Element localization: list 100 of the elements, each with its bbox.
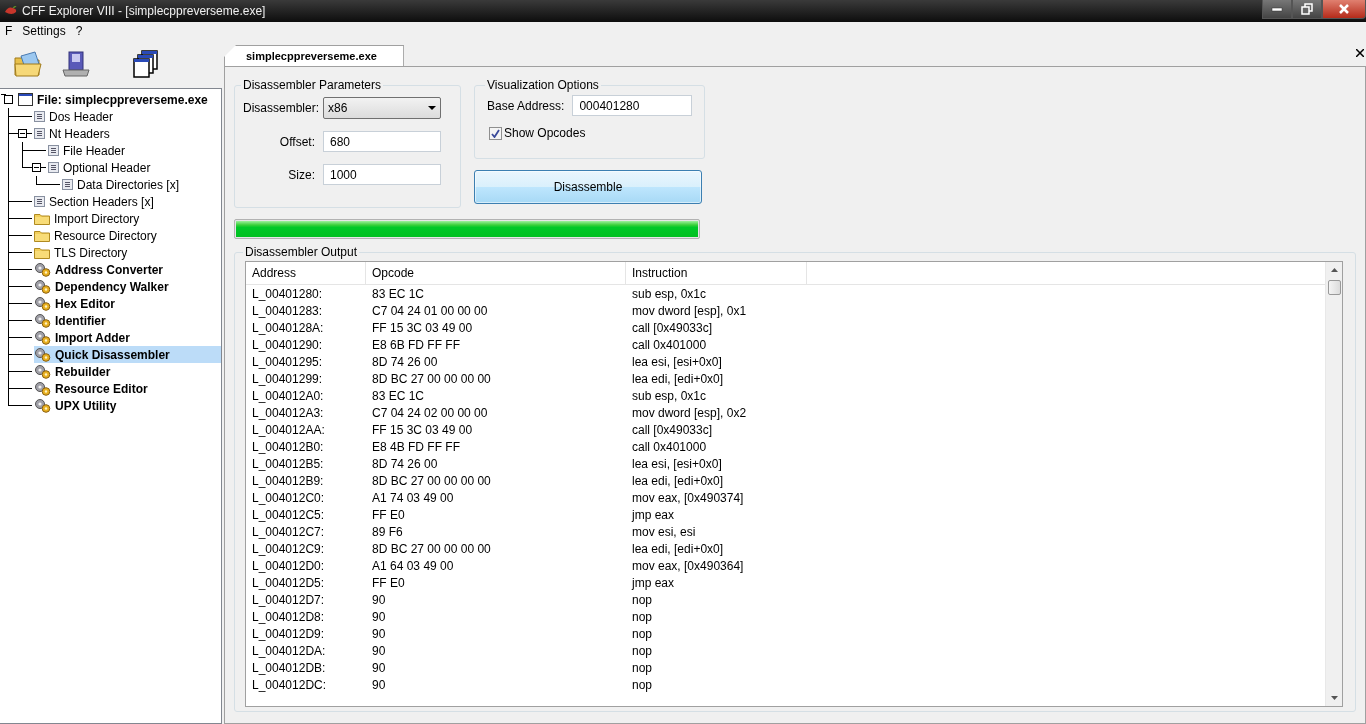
field-label: Base Address:	[487, 98, 565, 113]
field-label: Offset:	[278, 134, 315, 149]
table-cell-text: 83 EC 1C	[371, 286, 426, 301]
tree-item[interactable]: Address Converter	[54, 261, 165, 278]
tree-item[interactable]: Import Adder	[54, 329, 131, 346]
column-header[interactable]: Opcode	[366, 262, 626, 284]
file-tab[interactable]: simplecppreverseme.exe	[224, 45, 404, 66]
table-cell-text: lea edi, [edi+0x0]	[631, 473, 725, 488]
tree-item[interactable]: Dependency Walker	[54, 278, 170, 295]
table-cell-text: L_004012DB:	[251, 660, 327, 675]
table-cell-text: 90	[371, 626, 387, 641]
table-cell-text: mov eax, [0x490364]	[631, 558, 745, 573]
close-button[interactable]	[1322, 0, 1366, 19]
table-cell-text: 90	[371, 660, 387, 675]
table-cell-text: L_00401299:	[251, 371, 324, 386]
table-cell-text: L_004012B9:	[251, 473, 325, 488]
table-cell-text: L_004012C5:	[251, 507, 326, 522]
floppy-disk-icon[interactable]	[61, 50, 91, 78]
table-cell-text: nop	[631, 677, 654, 692]
restore-button[interactable]	[1292, 0, 1322, 19]
document-icon	[48, 145, 59, 156]
menu-item[interactable]: ?	[72, 24, 86, 38]
table-cell-text: 90	[371, 609, 387, 624]
minimize-icon	[1271, 6, 1283, 12]
tree-item[interactable]: File Header	[62, 142, 127, 159]
collapse-toggle[interactable]	[4, 95, 13, 104]
table-cell-text: A1 64 03 49 00	[371, 558, 455, 573]
table-cell-text: 8D 74 26 00	[371, 456, 439, 471]
table-cell-text: 90	[371, 677, 387, 692]
disassemble-button[interactable]: Disassemble	[474, 170, 702, 204]
input-field[interactable]: 000401280	[572, 95, 693, 116]
table-cell-text: mov dword [esp], 0x1	[631, 303, 748, 318]
column-header[interactable]: Instruction	[626, 262, 807, 284]
gears-icon	[34, 296, 51, 311]
table-cell-text: lea edi, [edi+0x0]	[631, 371, 725, 386]
open-folder-icon[interactable]	[13, 50, 43, 78]
input-field[interactable]: 680	[323, 131, 441, 152]
tree-item[interactable]: UPX Utility	[54, 397, 118, 414]
table-cell-text: nop	[631, 626, 654, 641]
tree-item[interactable]: Identifier	[54, 312, 107, 329]
scroll-up-icon[interactable]	[1330, 268, 1338, 272]
gears-icon	[34, 262, 51, 277]
collapse-toggle[interactable]	[32, 163, 41, 172]
table-cell-text: 89 F6	[371, 524, 404, 539]
document-icon	[34, 196, 45, 207]
collapse-toggle[interactable]	[18, 129, 27, 138]
caret-icon	[428, 106, 436, 110]
group-title: Visualization Options	[486, 78, 600, 92]
table-cell-text: 8D BC 27 00 00 00 00	[371, 473, 492, 488]
table-cell-text: L_004012D5:	[251, 575, 326, 590]
checkbox[interactable]	[489, 126, 502, 140]
close-icon[interactable]	[1356, 49, 1364, 57]
window-icon	[18, 93, 33, 106]
column-header[interactable]: Address	[246, 262, 366, 284]
table-cell-text: L_00401280:	[251, 286, 324, 301]
tree-item[interactable]: Data Directories [x]	[76, 176, 181, 193]
table-cell-text: FF 15 3C 03 49 00	[371, 320, 474, 335]
scrollbar[interactable]	[1325, 262, 1342, 706]
gears-icon	[34, 381, 51, 396]
tree-item[interactable]: Nt Headers	[48, 125, 111, 142]
tree-item[interactable]: Rebuilder	[54, 363, 112, 380]
table-cell-text: L_004012B0:	[251, 439, 325, 454]
table-cell-text: 90	[371, 643, 387, 658]
folder-icon	[34, 229, 50, 242]
table-cell-text: FF 15 3C 03 49 00	[371, 422, 474, 437]
tree-item[interactable]: Hex Editor	[54, 295, 116, 312]
document-icon	[34, 111, 45, 122]
window-title: CFF Explorer VIII - [simplecppreverseme.exe]	[22, 4, 266, 18]
tree-item[interactable]: File: simplecppreverseme.exe	[36, 91, 209, 108]
table-cell-text: L_00401290:	[251, 337, 324, 352]
tree-item[interactable]: Import Directory	[53, 210, 141, 227]
disassembler-dropdown[interactable]: x86	[323, 97, 441, 119]
minimize-button[interactable]	[1262, 0, 1292, 19]
menu-item[interactable]: F	[2, 24, 16, 38]
scroll-down-icon[interactable]	[1330, 696, 1338, 700]
input-field[interactable]: 1000	[323, 164, 441, 185]
table-cell-text: lea esi, [esi+0x0]	[631, 354, 723, 369]
table-cell-text: L_004012D8:	[251, 609, 326, 624]
table-cell-text: L_0040128A:	[251, 320, 325, 335]
table-cell-text: L_004012B5:	[251, 456, 325, 471]
tree-item[interactable]: Section Headers [x]	[48, 193, 155, 210]
table-cell-text: 8D 74 26 00	[371, 354, 439, 369]
tree-item[interactable]: Resource Directory	[53, 227, 158, 244]
table-cell-text: mov eax, [0x490374]	[631, 490, 745, 505]
tree-item[interactable]: Dos Header	[48, 108, 115, 125]
tree-item[interactable]: Resource Editor	[54, 380, 149, 397]
group-title: Disassembler Parameters	[242, 78, 383, 92]
table-cell-text: L_004012C0:	[251, 490, 326, 505]
table-cell-text: L_004012C9:	[251, 541, 326, 556]
tree-item[interactable]: TLS Directory	[53, 244, 129, 261]
menu-item[interactable]: Settings	[19, 24, 69, 38]
scroll-thumb[interactable]	[1327, 280, 1341, 295]
table-cell-text: sub esp, 0x1c	[631, 286, 708, 301]
gears-icon	[34, 364, 51, 379]
table-cell-text: L_004012A0:	[251, 388, 325, 403]
field-label: Size:	[287, 167, 315, 182]
document-icon	[62, 179, 73, 190]
table-cell-text: call 0x401000	[631, 337, 708, 352]
tree-item[interactable]: Optional Header	[62, 159, 152, 176]
windows-icon[interactable]	[133, 49, 161, 79]
